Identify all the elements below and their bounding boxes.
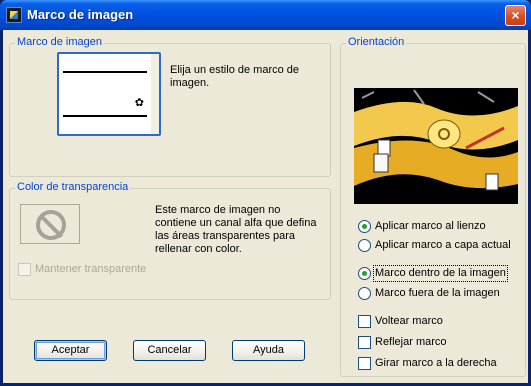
keep-transparent-checkbox[interactable] [18, 263, 31, 276]
not-available-icon [36, 210, 66, 240]
flip-frame-label: Voltear marco [375, 315, 443, 327]
transparency-description: Este marco de imagen no contiene un cana… [155, 204, 317, 255]
mirror-frame-label: Reflejar marco [375, 336, 447, 348]
orientation-group-label: Orientación [346, 36, 407, 48]
ok-button[interactable]: Aceptar [34, 340, 107, 361]
cancel-button[interactable]: Cancelar [133, 340, 206, 361]
frame-outside-label: Marco fuera de la imagen [375, 287, 500, 299]
app-icon [6, 7, 22, 23]
frame-inside-radio[interactable] [358, 267, 371, 280]
frame-style-picker[interactable]: ✿ [57, 52, 161, 136]
frame-description: Elija un estilo de marco de imagen. [170, 64, 300, 89]
title-bar[interactable]: Marco de imagen × [0, 0, 531, 30]
dialog-window: Marco de imagen × Marco de imagen ✿ Elij… [0, 0, 531, 386]
orientation-preview-image [354, 88, 518, 204]
close-icon: × [511, 7, 520, 23]
rotate-frame-label: Girar marco a la derecha [375, 357, 497, 369]
frame-group-label: Marco de imagen [15, 36, 104, 48]
help-button[interactable]: Ayuda [232, 340, 305, 361]
apply-to-layer-radio[interactable] [358, 239, 371, 252]
window-title: Marco de imagen [27, 7, 134, 22]
transparency-group-label: Color de transparencia [15, 181, 131, 193]
frame-outside-radio[interactable] [358, 287, 371, 300]
rotate-frame-checkbox[interactable] [358, 357, 371, 370]
transparency-color-swatch [20, 204, 80, 244]
flip-frame-checkbox[interactable] [358, 315, 371, 328]
dialog-body: Marco de imagen ✿ Elija un estilo de mar… [3, 30, 528, 383]
close-button[interactable]: × [505, 5, 526, 26]
apply-to-layer-label: Aplicar marco a capa actual [375, 239, 511, 251]
thumbnail-scrollbar[interactable] [151, 54, 159, 134]
frame-inside-label: Marco dentro de la imagen [373, 265, 508, 282]
keep-transparent-label: Mantener transparente [35, 263, 147, 275]
orientation-preview [354, 88, 518, 204]
card-ornament-icon: ✿ [134, 97, 144, 109]
mirror-frame-checkbox[interactable] [358, 336, 371, 349]
frame-thumbnail: ✿ [63, 58, 147, 130]
apply-to-canvas-radio[interactable] [358, 220, 371, 233]
apply-to-canvas-label: Aplicar marco al lienzo [375, 220, 486, 232]
